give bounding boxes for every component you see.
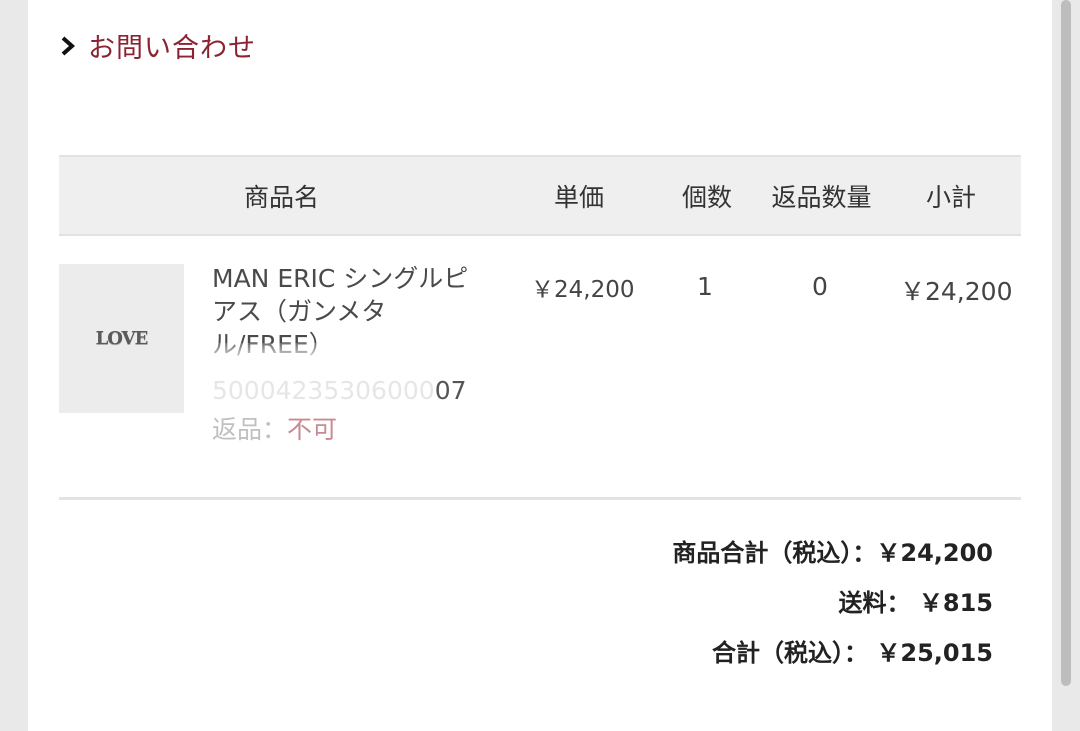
product-name-fade (212, 343, 492, 363)
header-unit-price: 単価 (553, 182, 604, 212)
table-divider (59, 497, 1021, 500)
order-totals: 商品合計（税込）：￥24,200 送料： ￥815 合計（税込）： ￥25,01… (672, 533, 993, 683)
product-thumbnail-logo: LOVE (95, 328, 149, 349)
grand-total: 合計（税込）： ￥25,015 (712, 639, 993, 667)
row-unit-price: ￥24,200 (531, 277, 635, 303)
return-status: 返品：不可 (212, 410, 337, 446)
return-status-label: 返品： (212, 415, 288, 444)
contact-link[interactable]: お問い合わせ (60, 26, 256, 65)
scrollbar[interactable] (1061, 0, 1071, 686)
product-code: 5000423530600007 (212, 376, 467, 405)
header-quantity: 個数 (681, 182, 732, 212)
product-code-faded: 50004235306000 (212, 376, 435, 405)
product-thumbnail[interactable]: LOVE (59, 264, 184, 413)
contact-link-label: お問い合わせ (88, 33, 256, 64)
shipping-fee: 送料： ￥815 (838, 589, 993, 617)
order-table-header: 商品名 単価 個数 返品数量 小計 (59, 155, 1021, 236)
row-quantity: 1 (697, 272, 713, 301)
row-return-quantity: 0 (812, 272, 828, 301)
row-subtotal: ￥24,200 (900, 277, 1013, 306)
header-product-name: 商品名 (243, 182, 319, 212)
product-code-tail: 07 (434, 376, 467, 405)
header-return-quantity: 返品数量 (771, 182, 872, 212)
header-subtotal: 小計 (925, 182, 976, 212)
return-status-value: 不可 (287, 415, 338, 444)
items-total: 商品合計（税込）：￥24,200 (672, 539, 993, 567)
chevron-right-icon (60, 27, 82, 65)
